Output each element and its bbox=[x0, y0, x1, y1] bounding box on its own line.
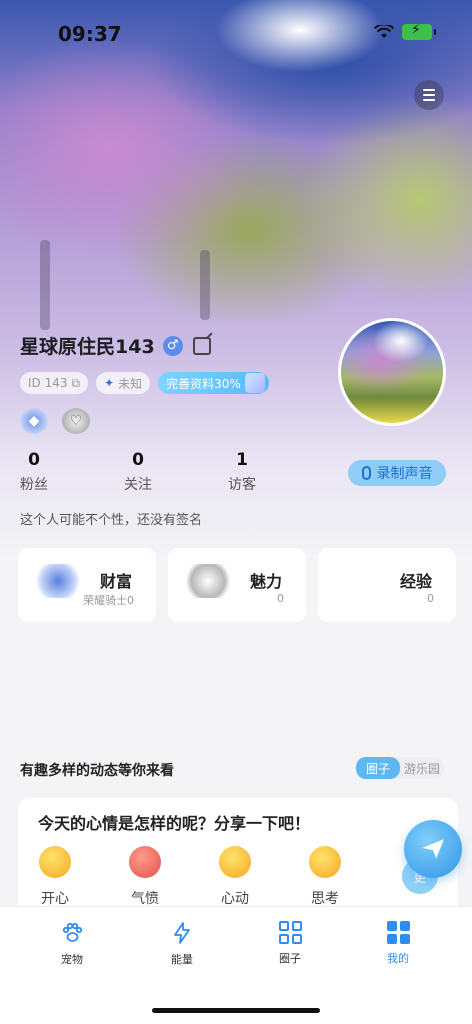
stat-following[interactable]: 0 关注 bbox=[108, 450, 168, 494]
stat-fans-label: 粉丝 bbox=[20, 477, 48, 493]
tree-trunk bbox=[200, 250, 210, 320]
stat-following-value: 0 bbox=[132, 450, 144, 470]
tab-mine[interactable]: 我的 bbox=[368, 921, 428, 966]
experience-card-title: 经验 bbox=[399, 572, 432, 591]
bottom-tab-bar: 宠物 能量 圈子 我的 bbox=[0, 906, 472, 1024]
feed-title: 有趣多样的动态等你来看 bbox=[20, 763, 174, 779]
charm-card[interactable]: 魅力 0 bbox=[168, 548, 306, 622]
tab-energy-label: 能量 bbox=[171, 953, 193, 966]
microphone-icon bbox=[361, 466, 371, 480]
gift-icon bbox=[244, 373, 265, 393]
charm-badge-icon[interactable]: ♡ bbox=[62, 408, 90, 434]
lightning-icon bbox=[170, 921, 194, 945]
tab-circle[interactable]: 圈子 bbox=[356, 757, 400, 779]
stat-visitors[interactable]: 1 访客 bbox=[212, 450, 272, 494]
wealth-card[interactable]: 财富 荣耀骑士0 bbox=[18, 548, 156, 622]
stat-fans[interactable]: 0 粉丝 bbox=[4, 450, 64, 494]
apps-icon bbox=[386, 921, 410, 944]
angry-face-icon bbox=[129, 846, 161, 878]
mood-list: 开心 气愤 心动 思考 bbox=[36, 846, 344, 908]
paper-plane-icon bbox=[422, 839, 444, 859]
mood-crush[interactable]: 心动 bbox=[216, 846, 254, 908]
charm-heart-icon bbox=[186, 564, 230, 598]
mood-angry[interactable]: 气愤 bbox=[126, 846, 164, 908]
id-tag[interactable]: ID 143 ⧉ bbox=[20, 372, 89, 394]
tab-pets-label: 宠物 bbox=[61, 953, 83, 966]
zodiac-icon: ✦ bbox=[104, 376, 115, 390]
stat-visitors-value: 1 bbox=[236, 450, 248, 470]
status-icons: ⚡ bbox=[374, 22, 436, 40]
tab-playground[interactable]: 游乐园 bbox=[400, 757, 444, 779]
id-tag-label: ID 143 bbox=[28, 376, 68, 390]
edit-icon[interactable] bbox=[192, 336, 211, 355]
paw-icon bbox=[60, 921, 84, 945]
mood-thinking[interactable]: 思考 bbox=[306, 846, 344, 908]
wealth-badge-icon[interactable]: ◆ bbox=[20, 408, 48, 434]
wifi-icon bbox=[374, 25, 394, 38]
wealth-card-subtitle: 荣耀骑士0 bbox=[83, 594, 134, 607]
tab-mine-label: 我的 bbox=[387, 952, 409, 965]
mood-angry-label: 气愤 bbox=[131, 891, 159, 907]
stat-visitors-label: 访客 bbox=[228, 477, 256, 493]
profile-name-row: 星球原住民143 ♂ bbox=[20, 332, 211, 359]
mood-crush-label: 心动 bbox=[221, 891, 249, 907]
stats-row: 0 粉丝 0 关注 1 访客 bbox=[0, 450, 300, 494]
record-voice-label: 录制声音 bbox=[376, 466, 433, 482]
home-indicator bbox=[152, 1008, 320, 1013]
charm-card-title: 魅力 bbox=[249, 572, 282, 591]
male-gender-icon: ♂ bbox=[162, 335, 183, 356]
zodiac-label: 未知 bbox=[118, 376, 143, 391]
charm-card-subtitle: 0 bbox=[277, 592, 284, 605]
wealth-crest-icon bbox=[36, 564, 80, 598]
feed-tab-switch: 圈子 游乐园 bbox=[356, 757, 444, 779]
stat-fans-value: 0 bbox=[28, 450, 40, 470]
mood-thinking-label: 思考 bbox=[311, 891, 339, 907]
record-voice-button[interactable]: 录制声音 bbox=[348, 460, 446, 486]
stat-following-label: 关注 bbox=[124, 477, 152, 493]
publish-send-button[interactable] bbox=[404, 820, 462, 878]
tab-circle-nav[interactable]: 圈子 bbox=[260, 921, 320, 966]
tab-circle-label: 圈子 bbox=[279, 952, 301, 965]
tab-energy[interactable]: 能量 bbox=[152, 921, 212, 967]
profile-name: 星球原住民143 bbox=[20, 336, 155, 358]
mood-title: 今天的心情是怎样的呢？分享一下吧！ bbox=[38, 814, 311, 833]
mood-happy[interactable]: 开心 bbox=[36, 846, 74, 908]
badge-row: ◆ ♡ bbox=[20, 408, 90, 434]
mood-card: 今天的心情是怎样的呢？分享一下吧！ 开心 气愤 心动 思考 更 bbox=[18, 798, 458, 908]
experience-card-subtitle: 0 bbox=[427, 592, 434, 605]
battery-icon: ⚡ bbox=[402, 22, 436, 40]
zodiac-tag: ✦ 未知 bbox=[96, 372, 151, 394]
tab-pets[interactable]: 宠物 bbox=[42, 921, 102, 967]
status-time: 09:37 bbox=[58, 22, 122, 46]
experience-card[interactable]: 经验 0 bbox=[318, 548, 456, 622]
profile-tags: ID 143 ⧉ ✦ 未知 完善资料30% bbox=[20, 372, 269, 394]
mood-happy-label: 开心 bbox=[41, 891, 69, 907]
tree-trunk bbox=[40, 240, 50, 330]
complete-profile-tag[interactable]: 完善资料30% bbox=[158, 372, 269, 394]
happy-face-icon bbox=[39, 846, 71, 878]
avatar[interactable] bbox=[338, 318, 446, 426]
complete-profile-label: 完善资料30% bbox=[166, 376, 241, 391]
heart-eyes-face-icon bbox=[219, 846, 251, 878]
menu-button[interactable] bbox=[414, 80, 444, 110]
stat-cards: 财富 荣耀骑士0 魅力 0 经验 0 bbox=[18, 548, 456, 622]
grid-icon bbox=[278, 921, 302, 944]
signature-text[interactable]: 这个人可能不个性，还没有签名 bbox=[20, 509, 202, 528]
copy-icon[interactable]: ⧉ bbox=[72, 376, 81, 391]
wealth-card-title: 财富 bbox=[99, 572, 132, 591]
thinking-face-icon bbox=[309, 846, 341, 878]
